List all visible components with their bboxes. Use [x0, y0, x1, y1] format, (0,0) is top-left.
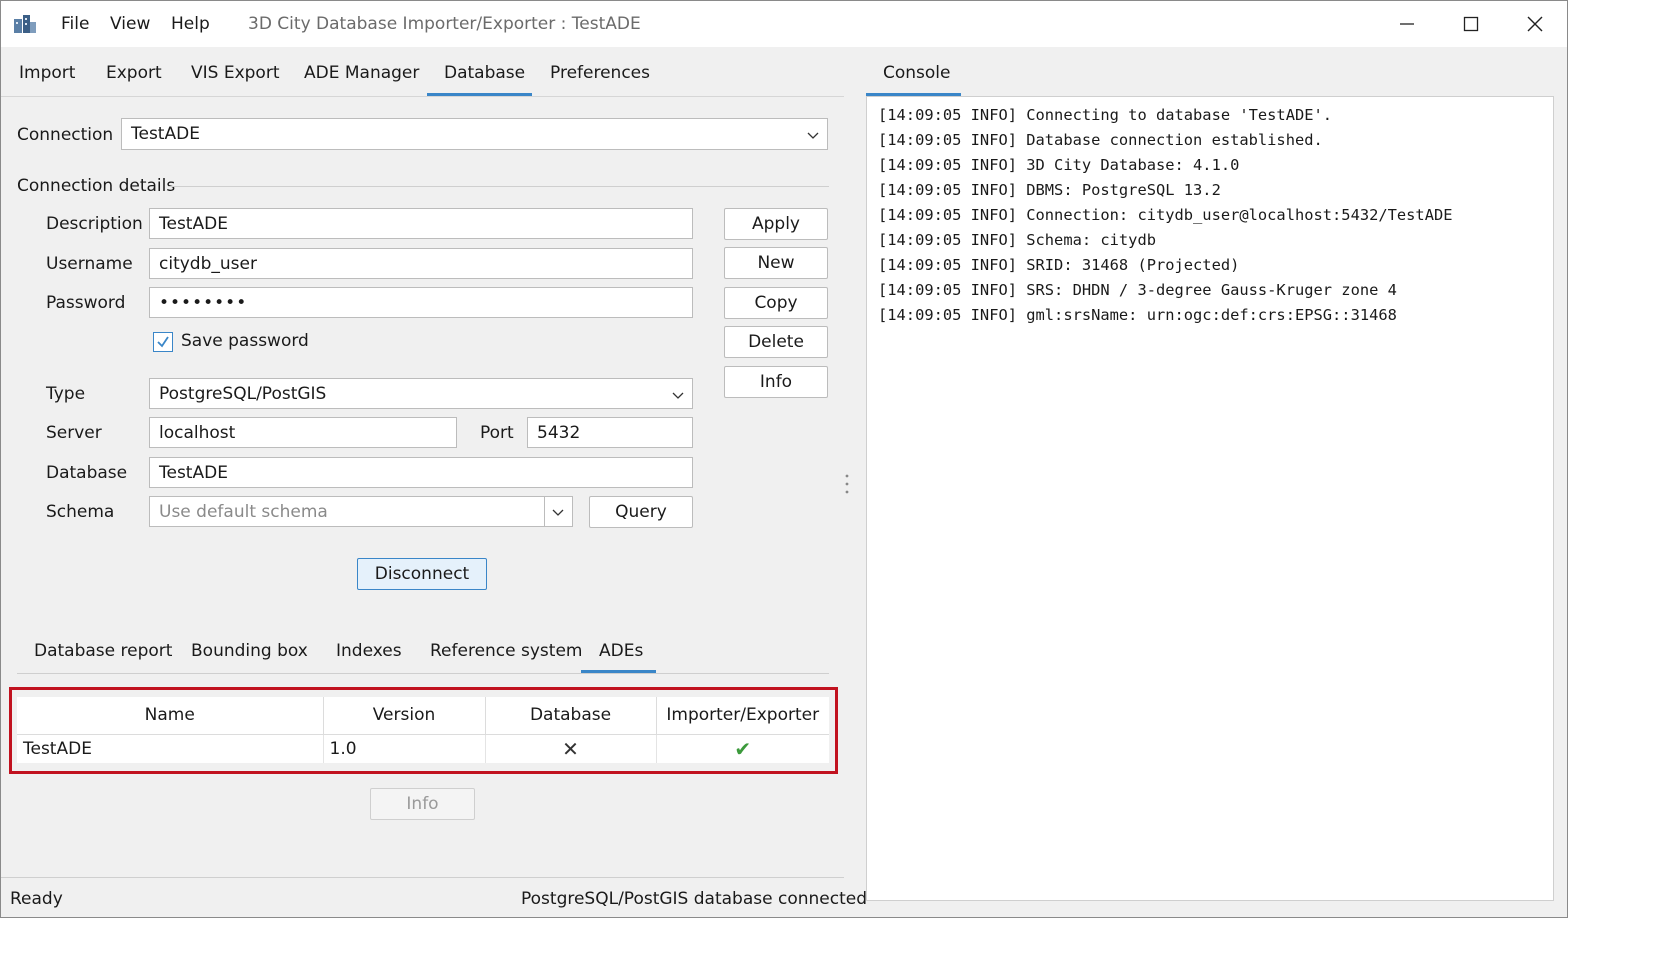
- console-line: [14:09:05 INFO] Connecting to database '…: [878, 106, 1333, 124]
- type-value: PostgreSQL/PostGIS: [159, 383, 327, 404]
- check-icon: ✔: [734, 736, 752, 761]
- tab-console[interactable]: Console: [883, 63, 951, 83]
- description-value: TestADE: [159, 213, 228, 234]
- save-password-label: Save password: [181, 331, 309, 351]
- port-value: 5432: [537, 422, 581, 443]
- menu-file[interactable]: File: [61, 14, 89, 34]
- cell-importer-exporter: ✔: [656, 734, 829, 763]
- schema-select[interactable]: Use default schema: [149, 496, 573, 527]
- tab-export[interactable]: Export: [106, 63, 162, 83]
- title-bar: File View Help 3D City Database Importer…: [1, 1, 1567, 47]
- apply-button[interactable]: Apply: [724, 208, 828, 240]
- column-header-importer-exporter[interactable]: Importer/Exporter: [656, 697, 829, 735]
- password-field[interactable]: ••••••••: [149, 287, 693, 318]
- connection-value: TestADE: [131, 124, 200, 144]
- menu-view[interactable]: View: [110, 14, 150, 34]
- description-label: Description: [46, 214, 143, 234]
- cell-database: ✕: [485, 734, 657, 763]
- chevron-down-icon: [552, 509, 564, 516]
- cross-icon: ✕: [562, 736, 579, 761]
- minimize-button[interactable]: [1376, 1, 1438, 47]
- chevron-down-icon: [672, 392, 684, 399]
- app-window: File View Help 3D City Database Importer…: [0, 0, 1568, 918]
- console-line: [14:09:05 INFO] 3D City Database: 4.1.0: [878, 156, 1240, 174]
- password-label: Password: [46, 293, 126, 313]
- disconnect-button[interactable]: Disconnect: [357, 558, 487, 590]
- server-value: localhost: [159, 422, 236, 443]
- chevron-down-icon: [807, 132, 819, 139]
- description-field[interactable]: TestADE: [149, 208, 693, 239]
- cell-name: TestADE: [17, 734, 324, 763]
- connection-status-text: PostgreSQL/PostGIS database connected: [521, 889, 867, 909]
- active-tab-indicator: [427, 93, 532, 96]
- tab-database[interactable]: Database: [444, 63, 525, 83]
- database-label: Database: [46, 463, 128, 483]
- console-line: [14:09:05 INFO] Connection: citydb_user@…: [878, 206, 1453, 224]
- console-line: [14:09:05 INFO] SRS: DHDN / 3-degree Gau…: [878, 281, 1397, 299]
- query-button[interactable]: Query: [589, 496, 693, 528]
- subtab-indexes[interactable]: Indexes: [336, 641, 402, 661]
- console-line: [14:09:05 INFO] Schema: citydb: [878, 231, 1156, 249]
- subtab-ades[interactable]: ADEs: [599, 641, 643, 661]
- cell-version: 1.0: [323, 734, 486, 763]
- menu-help[interactable]: Help: [171, 14, 210, 34]
- port-field[interactable]: 5432: [527, 417, 693, 448]
- ade-table: Name Version Database Importer/Exporter …: [17, 697, 829, 763]
- new-button[interactable]: New: [724, 247, 828, 279]
- delete-button[interactable]: Delete: [724, 326, 828, 358]
- username-field[interactable]: citydb_user: [149, 248, 693, 279]
- subtab-separator: [17, 673, 829, 674]
- console-line: [14:09:05 INFO] Database connection esta…: [878, 131, 1323, 149]
- connection-label: Connection: [17, 125, 114, 145]
- username-label: Username: [46, 254, 133, 274]
- subtab-reference-system[interactable]: Reference system: [430, 641, 582, 661]
- window-title: 3D City Database Importer/Exporter : Tes…: [248, 14, 641, 34]
- main-tab-bar: Import Export VIS Export ADE Manager Dat…: [1, 47, 844, 97]
- checkmark-icon: [157, 336, 169, 348]
- console-line: [14:09:05 INFO] SRID: 31468 (Projected): [878, 256, 1240, 274]
- splitter-handle-icon[interactable]: [844, 471, 850, 497]
- database-value: TestADE: [159, 462, 228, 483]
- minimize-icon: [1400, 23, 1414, 25]
- copy-button[interactable]: Copy: [724, 287, 828, 319]
- subtab-bounding-box[interactable]: Bounding box: [191, 641, 308, 661]
- password-value: ••••••••: [159, 292, 248, 313]
- column-header-version[interactable]: Version: [323, 697, 486, 735]
- tab-vis-export[interactable]: VIS Export: [191, 63, 280, 83]
- maximize-button[interactable]: [1440, 1, 1502, 47]
- tab-import[interactable]: Import: [19, 63, 75, 83]
- subtab-database-report[interactable]: Database report: [34, 641, 172, 661]
- tab-preferences[interactable]: Preferences: [550, 63, 650, 83]
- console-line: [14:09:05 INFO] DBMS: PostgreSQL 13.2: [878, 181, 1221, 199]
- status-text: Ready: [10, 889, 63, 909]
- type-select[interactable]: PostgreSQL/PostGIS: [149, 378, 693, 409]
- table-row[interactable]: TestADE 1.0 ✕ ✔: [17, 734, 829, 763]
- console-line: [14:09:05 INFO] gml:srsName: urn:ogc:def…: [878, 306, 1397, 324]
- database-field[interactable]: TestADE: [149, 457, 693, 488]
- username-value: citydb_user: [159, 253, 257, 274]
- close-icon: [1527, 16, 1543, 32]
- heading-separator: [169, 186, 829, 187]
- status-separator: [1, 877, 844, 878]
- schema-divider: [544, 497, 545, 526]
- close-button[interactable]: [1504, 1, 1566, 47]
- connection-select[interactable]: TestADE: [121, 118, 828, 150]
- console-output[interactable]: [14:09:05 INFO] Connecting to database '…: [866, 96, 1554, 901]
- port-label: Port: [480, 423, 514, 443]
- column-header-database[interactable]: Database: [485, 697, 657, 735]
- server-field[interactable]: localhost: [149, 417, 457, 448]
- tab-ade-manager[interactable]: ADE Manager: [304, 63, 419, 83]
- schema-placeholder: Use default schema: [159, 501, 328, 522]
- type-label: Type: [46, 384, 86, 404]
- app-logo-icon: [14, 15, 36, 33]
- column-header-name[interactable]: Name: [17, 697, 324, 735]
- connection-details-heading: Connection details: [17, 176, 176, 196]
- info-connection-button[interactable]: Info: [724, 366, 828, 398]
- schema-label: Schema: [46, 502, 115, 522]
- server-label: Server: [46, 423, 102, 443]
- info-ade-button[interactable]: Info: [370, 788, 475, 820]
- save-password-checkbox[interactable]: [153, 332, 173, 352]
- maximize-icon: [1463, 16, 1479, 32]
